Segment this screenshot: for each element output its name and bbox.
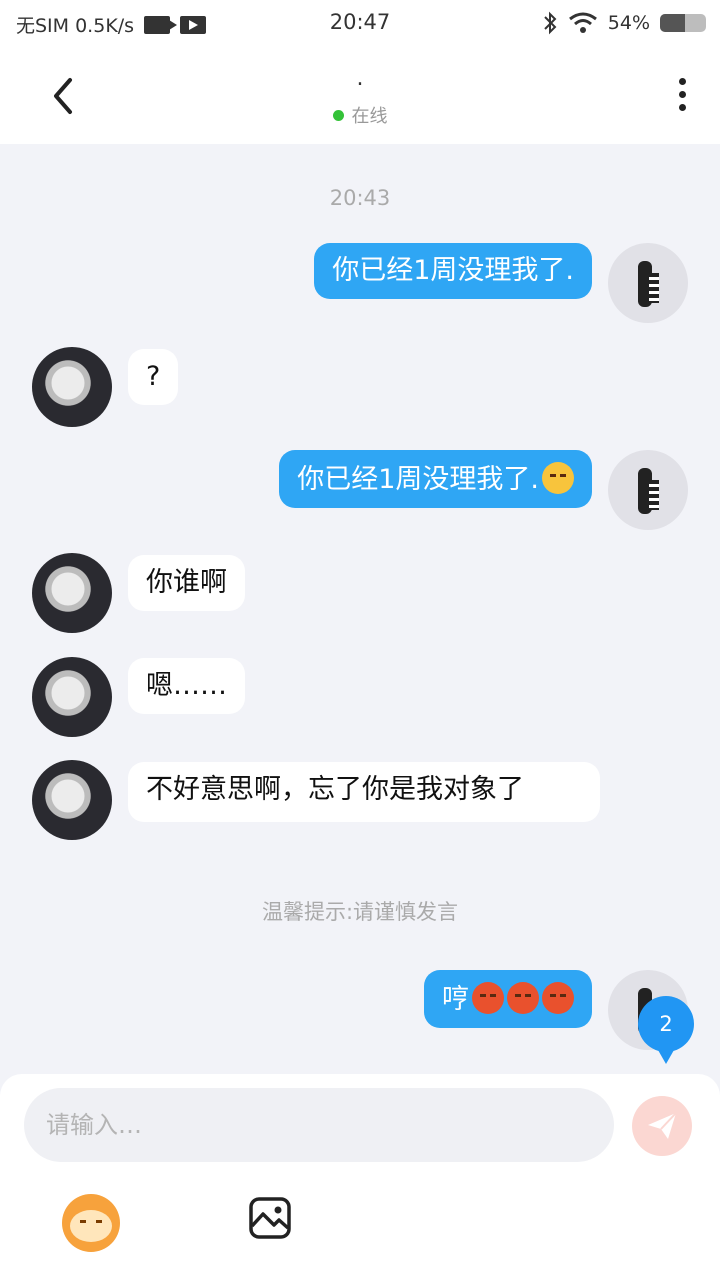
paper-plane-icon [648, 1112, 677, 1139]
message-text: 嗯…… [146, 670, 227, 701]
message-text: 你已经1周没理我了. [297, 464, 539, 495]
chat-header: . 在线 [0, 48, 720, 144]
message-text: 不好意思啊，忘了你是我对象了 [146, 774, 524, 805]
safety-tip: 温馨提示:请谨慎发言 [261, 900, 459, 924]
angry-face-icon [507, 982, 539, 1014]
more-options-button[interactable] [672, 78, 692, 114]
my-avatar[interactable] [608, 450, 688, 530]
online-status-label: 在线 [351, 106, 388, 127]
online-dot-icon [332, 110, 344, 121]
contact-avatar[interactable] [32, 760, 112, 840]
message-input[interactable] [24, 1088, 614, 1162]
unread-count-badge[interactable]: 2 [638, 996, 694, 1064]
contact-avatar[interactable] [32, 553, 112, 633]
input-bar [0, 1074, 720, 1280]
status-bar: 无SIM 0.5K/s 20:47 54% [0, 0, 720, 48]
send-button[interactable] [632, 1096, 692, 1156]
message-bubble-received[interactable]: 嗯…… [128, 658, 245, 714]
unamused-face-icon [542, 462, 574, 494]
message-text: 哼 [442, 984, 469, 1015]
bluetooth-icon [544, 11, 557, 35]
contact-avatar[interactable] [32, 657, 112, 737]
message-text: 你谁啊 [146, 567, 227, 598]
message-bubble-sent[interactable]: 你已经1周没理我了. [279, 450, 592, 508]
contact-name: . [356, 66, 364, 91]
message-bubble-received[interactable]: 不好意思啊，忘了你是我对象了 [128, 762, 600, 822]
battery-percent: 54% [607, 12, 650, 34]
message-text: ? [146, 361, 161, 392]
message-bubble-received[interactable]: 你谁啊 [128, 555, 245, 611]
angry-face-icon [542, 982, 574, 1014]
message-timestamp: 20:43 [329, 186, 391, 210]
message-text: 你已经1周没理我了. [332, 255, 574, 286]
image-button[interactable] [248, 1196, 292, 1240]
online-status: 在线 [0, 102, 720, 128]
message-bubble-received[interactable]: ? [128, 349, 179, 405]
battery-level [660, 14, 685, 32]
angry-face-icon [472, 982, 504, 1014]
message-bubble-sent[interactable]: 你已经1周没理我了. [314, 243, 592, 299]
monkey-face-icon [70, 1210, 112, 1242]
emoji-button[interactable] [62, 1194, 120, 1252]
contact-avatar[interactable] [32, 347, 112, 427]
image-icon [249, 1197, 291, 1239]
message-bubble-sent[interactable]: 哼 [424, 970, 592, 1028]
message-list[interactable]: 20:43 你已经1周没理我了. ? 你已经1周没理我了. 你谁啊 嗯…… 不好… [0, 144, 720, 1074]
my-avatar[interactable] [608, 243, 688, 323]
wifi-icon [568, 12, 597, 33]
battery-icon [660, 14, 706, 32]
more-dots-icon [678, 78, 686, 85]
